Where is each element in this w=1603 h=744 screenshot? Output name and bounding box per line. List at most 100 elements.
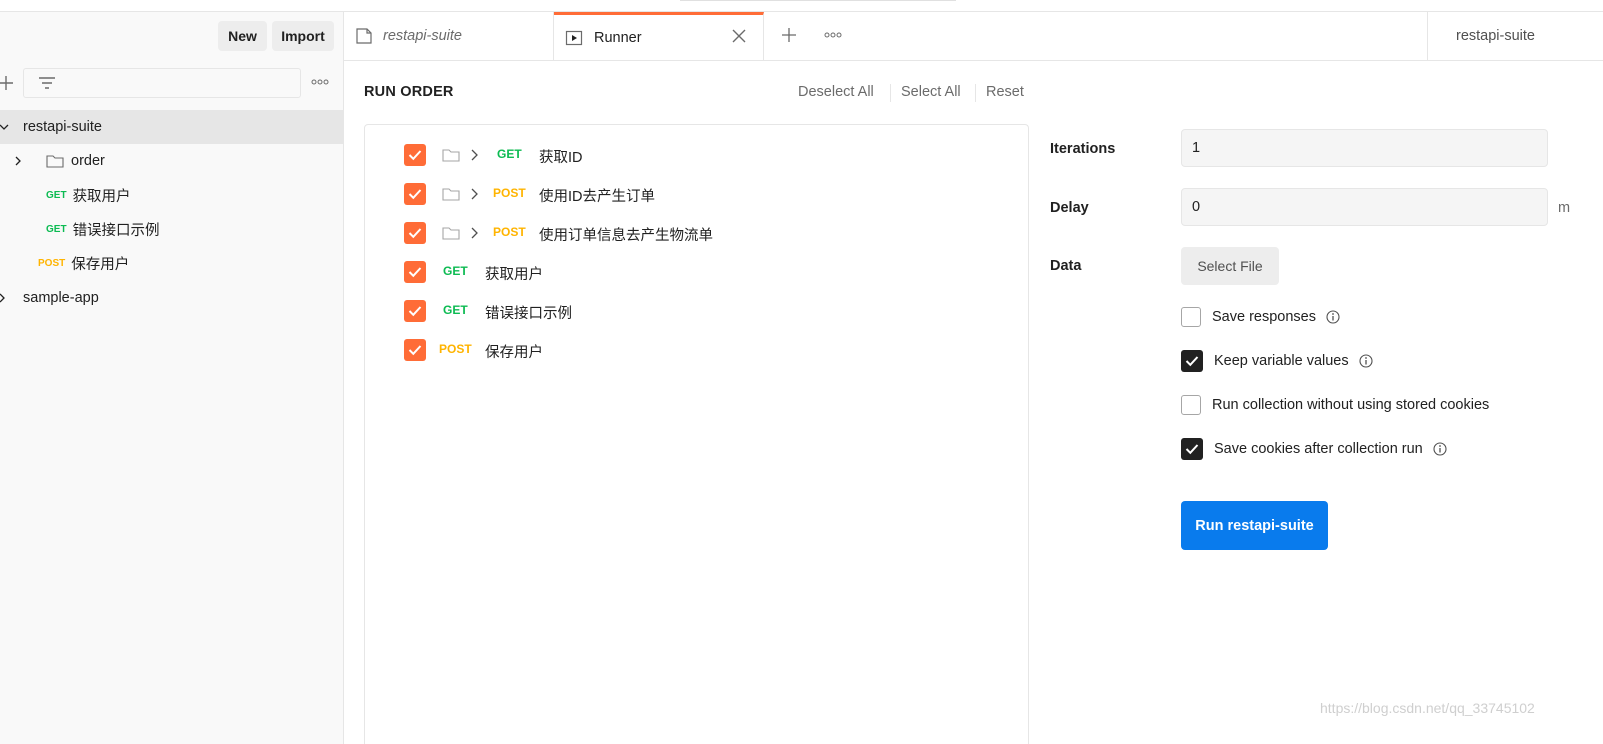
request-name: 使用ID去产生订单	[539, 189, 655, 205]
check-icon	[408, 189, 422, 200]
save-responses-option[interactable]: Save responses	[1181, 305, 1340, 329]
check-icon	[408, 228, 422, 239]
option-label: Run collection without using stored cook…	[1212, 397, 1490, 413]
add-icon[interactable]	[0, 75, 14, 91]
run-without-cookies-option[interactable]: Run collection without using stored cook…	[1181, 393, 1489, 417]
method-badge: POST	[439, 342, 472, 356]
tree-request-error-example[interactable]: GET 错误接口示例	[0, 212, 343, 246]
close-icon[interactable]	[732, 29, 746, 43]
tree-request-get-user[interactable]: GET 获取用户	[0, 178, 343, 212]
row-checkbox[interactable]	[404, 300, 426, 322]
check-icon	[408, 150, 422, 161]
delay-label: Delay	[1050, 200, 1089, 216]
filter-input[interactable]	[23, 68, 301, 98]
request-name: 获取用户	[485, 267, 543, 283]
link-separator	[975, 84, 976, 102]
row-checkbox[interactable]	[404, 222, 426, 244]
reset-link[interactable]: Reset	[986, 84, 1024, 100]
sidebar-toolbar	[0, 67, 343, 103]
collection-name: sample-app	[23, 290, 99, 306]
run-without-cookies-checkbox[interactable]	[1181, 395, 1201, 415]
row-checkbox[interactable]	[404, 339, 426, 361]
request-name: 保存用户	[71, 256, 130, 273]
keep-variable-values-option[interactable]: Keep variable values	[1181, 349, 1373, 373]
run-order-row[interactable]: POST 保存用户	[365, 331, 1030, 370]
check-icon	[1185, 356, 1199, 367]
new-tab-icon[interactable]	[781, 27, 797, 43]
filter-icon	[39, 77, 55, 89]
save-responses-checkbox[interactable]	[1181, 307, 1201, 327]
iterations-input[interactable]: 1	[1181, 129, 1548, 167]
deselect-all-link[interactable]: Deselect All	[798, 84, 874, 100]
chevron-right-icon	[0, 293, 5, 303]
more-icon[interactable]	[311, 79, 329, 85]
request-name: 错误接口示例	[485, 306, 572, 322]
chevron-right-icon[interactable]	[470, 227, 480, 239]
folder-icon	[442, 188, 460, 201]
method-badge: GET	[443, 264, 468, 278]
run-order-row[interactable]: GET 错误接口示例	[365, 292, 1030, 331]
check-icon	[408, 306, 422, 317]
folder-icon	[442, 227, 460, 240]
tab-label: Runner	[594, 29, 642, 46]
option-label: Save responses	[1212, 309, 1316, 325]
check-icon	[408, 345, 422, 356]
keep-variable-values-checkbox[interactable]	[1181, 350, 1203, 372]
tree-collection-restapi-suite[interactable]: restapi-suite	[0, 110, 343, 144]
window-top-strip	[0, 0, 1603, 12]
select-file-button[interactable]: Select File	[1181, 247, 1279, 285]
top-strip-segment	[680, 0, 956, 1]
select-all-link[interactable]: Select All	[901, 84, 961, 100]
tab-label: restapi-suite	[383, 28, 462, 44]
tree-request-save-user[interactable]: POST 保存用户	[0, 246, 343, 280]
tree-folder-order[interactable]: order	[0, 144, 343, 178]
info-icon[interactable]	[1359, 354, 1373, 368]
run-order-row[interactable]: GET 获取ID	[365, 136, 1030, 175]
method-badge: POST	[38, 257, 66, 269]
run-order-row[interactable]: GET 获取用户	[365, 253, 1030, 292]
chevron-down-icon	[0, 124, 9, 130]
method-badge: GET	[497, 147, 522, 161]
chevron-right-icon[interactable]	[470, 188, 480, 200]
method-badge: POST	[493, 186, 526, 200]
option-label: Save cookies after collection run	[1214, 441, 1423, 457]
row-checkbox[interactable]	[404, 144, 426, 166]
runner-icon	[565, 30, 583, 45]
tree-collection-sample-app[interactable]: sample-app	[0, 281, 343, 315]
save-cookies-option[interactable]: Save cookies after collection run	[1181, 437, 1447, 461]
method-badge: GET	[46, 223, 67, 235]
row-checkbox[interactable]	[404, 261, 426, 283]
sidebar: New Import restapi-suite order GET 获取用户 …	[0, 12, 344, 744]
environment-selector[interactable]: restapi-suite	[1427, 12, 1603, 60]
link-separator	[890, 84, 891, 102]
method-badge: GET	[443, 303, 468, 317]
run-order-row[interactable]: POST 使用订单信息去产生物流单	[365, 214, 1030, 253]
tab-bar: restapi-suite Runner restapi-suite	[344, 12, 1603, 61]
method-badge: GET	[46, 189, 67, 201]
folder-icon	[46, 155, 64, 168]
tab-more-icon[interactable]	[824, 32, 842, 38]
request-name: 使用订单信息去产生物流单	[539, 228, 713, 244]
info-icon[interactable]	[1326, 310, 1340, 324]
run-order-row[interactable]: POST 使用ID去产生订单	[365, 175, 1030, 214]
collection-name: restapi-suite	[23, 119, 102, 135]
info-icon[interactable]	[1433, 442, 1447, 456]
run-order-title: RUN ORDER	[364, 84, 454, 100]
data-label: Data	[1050, 258, 1082, 274]
tab-collection[interactable]: restapi-suite	[344, 12, 554, 60]
watermark: https://blog.csdn.net/qq_33745102	[1320, 700, 1535, 716]
folder-name: order	[71, 153, 105, 169]
request-name: 错误接口示例	[72, 222, 160, 239]
delay-input[interactable]: 0	[1181, 188, 1548, 226]
collection-icon	[356, 28, 372, 44]
run-collection-button[interactable]: Run restapi-suite	[1181, 501, 1328, 550]
new-button[interactable]: New	[218, 21, 267, 51]
save-cookies-checkbox[interactable]	[1181, 438, 1203, 460]
row-checkbox[interactable]	[404, 183, 426, 205]
import-button[interactable]: Import	[272, 21, 334, 51]
chevron-right-icon[interactable]	[470, 149, 480, 161]
tab-runner[interactable]: Runner	[554, 12, 764, 60]
check-icon	[408, 267, 422, 278]
request-name: 获取用户	[72, 188, 131, 205]
option-label: Keep variable values	[1214, 353, 1349, 369]
